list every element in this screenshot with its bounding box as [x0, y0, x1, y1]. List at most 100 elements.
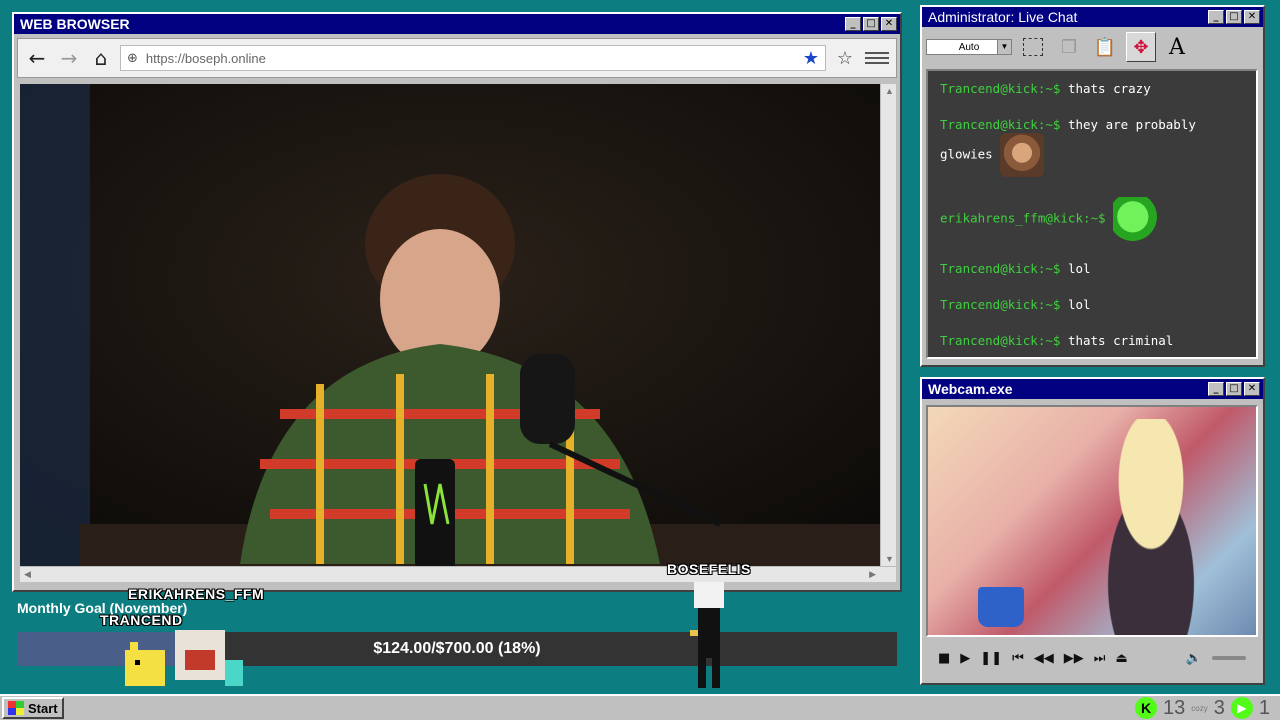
font-select[interactable]: Auto ▼ [926, 39, 1012, 55]
select-tool-button[interactable] [1018, 32, 1048, 62]
play-icon[interactable]: ▶ [960, 651, 970, 666]
pixel-sprites-group [125, 630, 243, 686]
arrow-left-icon: ← [28, 46, 46, 70]
paste-button[interactable]: 📋 [1090, 32, 1120, 62]
bookmark-star-icon[interactable]: ★ [803, 48, 819, 69]
copy-button[interactable]: ❐ [1054, 32, 1084, 62]
chat-message: erikahrens_ffm@kick:~$ [940, 197, 1244, 241]
text-tool-button[interactable]: A [1162, 32, 1192, 62]
chat-text: thats crazy [1067, 81, 1151, 96]
follower-count: 3 [1213, 696, 1225, 719]
webcam-title: Webcam.exe [928, 381, 1013, 397]
windows-logo-icon [8, 701, 24, 715]
skip-back-icon[interactable]: ⏮ [1012, 651, 1024, 666]
system-tray: K 13 cozy 3 ▶ 1 [1135, 697, 1278, 720]
chat-username: Trancend@kick:~$ [940, 261, 1061, 276]
home-icon: ⌂ [94, 46, 108, 70]
forward-button[interactable]: → [56, 45, 82, 71]
chat-username: Trancend@kick:~$ [940, 297, 1061, 312]
start-button[interactable]: Start [2, 697, 64, 719]
maximize-button[interactable]: □ [863, 17, 879, 31]
hamburger-icon [865, 52, 889, 64]
viewer-tag-bosefelis: BOSEFELIS [667, 561, 751, 577]
menu-button[interactable] [864, 45, 890, 71]
chat-username: erikahrens_ffm@kick:~$ [940, 210, 1106, 226]
chat-username: Trancend@kick:~$ [940, 81, 1061, 96]
maximize-button[interactable]: □ [1226, 382, 1242, 396]
scroll-down-icon[interactable]: ▼ [885, 554, 894, 564]
close-button[interactable]: ✕ [1244, 382, 1260, 396]
scroll-left-icon[interactable]: ◀ [24, 569, 31, 580]
sub-count: 1 [1258, 696, 1270, 719]
chat-message: Trancend@kick:~$ thats criminal [940, 333, 1244, 349]
video-viewport[interactable] [20, 84, 880, 566]
copy-icon: ❐ [1060, 36, 1078, 57]
browser-navbar: ← → ⌂ ⊕ https://boseph.online ★ ☆ [17, 38, 897, 78]
volume-slider[interactable] [1212, 656, 1246, 660]
browser-titlebar[interactable]: WEB BROWSER _ □ ✕ [14, 14, 900, 34]
chat-username: Trancend@kick:~$ [940, 117, 1061, 132]
browser-window: WEB BROWSER _ □ ✕ ← → ⌂ ⊕ https://boseph… [12, 12, 902, 592]
dashed-rect-icon [1023, 38, 1043, 56]
media-controls: ■ ▶ ❚❚ ⏮ ◀◀ ▶▶ ⏭ ⏏ 🔈 [926, 643, 1258, 673]
chat-titlebar[interactable]: Administrator: Live Chat _ □ ✕ [922, 7, 1263, 27]
chat-text: lol [1067, 297, 1091, 312]
eject-icon[interactable]: ⏏ [1116, 651, 1128, 666]
kick-logo-icon[interactable]: K [1135, 697, 1158, 719]
browser-title: WEB BROWSER [20, 16, 130, 32]
start-label: Start [28, 700, 58, 716]
webcam-view [926, 405, 1258, 637]
chat-message: Trancend@kick:~$ thats crazy [940, 81, 1244, 97]
viewer-tag-erikahrens: ERIKAHRENS_FFM [128, 586, 265, 602]
chevron-down-icon: ▼ [997, 40, 1011, 54]
fast-forward-icon[interactable]: ▶▶ [1064, 651, 1084, 666]
chat-message: Trancend@kick:~$ lol [940, 261, 1244, 277]
green-laugh-emote-icon [1113, 197, 1158, 241]
live-chat-window: Administrator: Live Chat _ □ ✕ Auto ▼ ❐ … [920, 5, 1265, 367]
rewind-icon[interactable]: ◀◀ [1034, 651, 1054, 666]
chat-messages[interactable]: Trancend@kick:~$ thats crazy Trancend@ki… [926, 69, 1258, 359]
webcam-titlebar[interactable]: Webcam.exe _ □ ✕ [922, 379, 1263, 399]
letter-a-icon: A [1169, 34, 1185, 60]
arrow-right-icon: → [60, 46, 78, 70]
home-button[interactable]: ⌂ [88, 45, 114, 71]
url-text: https://boseph.online [145, 50, 266, 66]
stop-icon[interactable]: ■ [938, 651, 950, 666]
pause-icon[interactable]: ❚❚ [980, 651, 1002, 666]
move-tool-button[interactable]: ✥ [1126, 32, 1156, 62]
star-outline-icon: ☆ [836, 47, 854, 69]
chat-text: thats criminal [1067, 333, 1174, 348]
pixel-character-sprite [690, 582, 724, 688]
back-button[interactable]: ← [24, 45, 50, 71]
maximize-button[interactable]: □ [1226, 10, 1242, 24]
globe-icon: ⊕ [127, 50, 138, 66]
close-button[interactable]: ✕ [1244, 10, 1260, 24]
viewer-count: 13 [1163, 696, 1186, 719]
cozy-label: cozy [1191, 703, 1208, 713]
chat-toolbar: Auto ▼ ❐ 📋 ✥ A [922, 27, 1263, 67]
scroll-right-icon[interactable]: ▶ [869, 569, 876, 580]
minimize-button[interactable]: _ [1208, 10, 1224, 24]
chat-message: Trancend@kick:~$ lol [940, 297, 1244, 313]
video-frame [20, 84, 880, 566]
scroll-up-icon[interactable]: ▲ [885, 86, 894, 96]
skip-forward-icon[interactable]: ⏭ [1094, 651, 1106, 666]
font-select-value: Auto [958, 41, 980, 53]
minimize-button[interactable]: _ [845, 17, 861, 31]
move-arrows-icon: ✥ [1133, 36, 1149, 57]
webcam-window: Webcam.exe _ □ ✕ ■ ▶ ❚❚ ⏮ ◀◀ ▶▶ ⏭ ⏏ 🔈 [920, 377, 1265, 685]
vertical-scrollbar[interactable]: ▲ ▼ [880, 84, 896, 566]
laughing-face-emote-icon [1000, 133, 1045, 177]
close-button[interactable]: ✕ [881, 17, 897, 31]
favorites-button[interactable]: ☆ [832, 45, 858, 71]
horizontal-scrollbar[interactable]: ◀ ▶ [20, 566, 896, 582]
blue-mug [978, 587, 1024, 627]
speaker-icon[interactable]: 🔈 [1186, 651, 1202, 666]
taskbar: Start K 13 cozy 3 ▶ 1 [0, 694, 1280, 720]
address-bar[interactable]: ⊕ https://boseph.online ★ [120, 45, 826, 71]
play-circle-icon[interactable]: ▶ [1230, 697, 1253, 719]
chat-text: lol [1067, 261, 1091, 276]
clipboard-icon: 📋 [1093, 36, 1117, 57]
minimize-button[interactable]: _ [1208, 382, 1224, 396]
avatar-character [1076, 419, 1226, 635]
